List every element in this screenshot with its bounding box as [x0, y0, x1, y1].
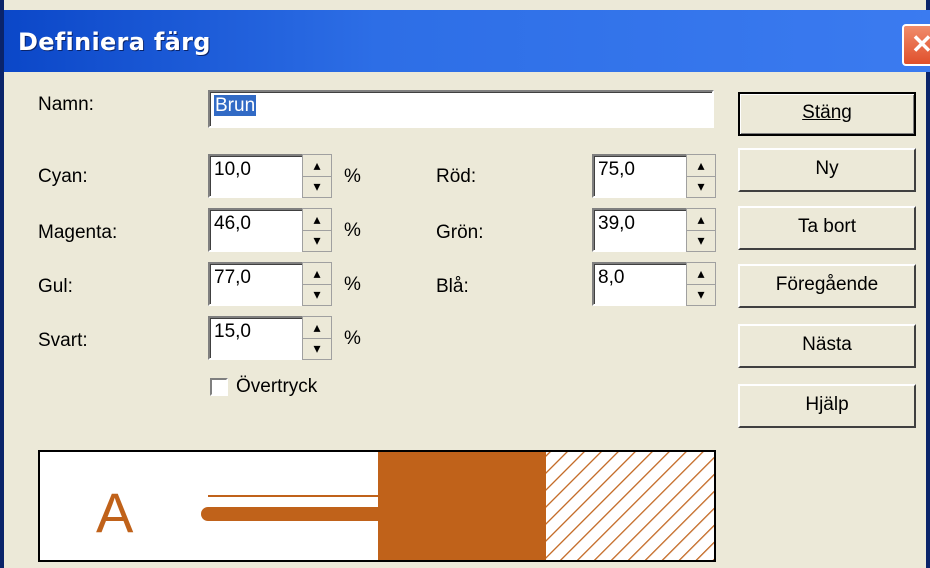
name-value: Brun [214, 95, 257, 116]
spin-up-icon[interactable]: ▴ [303, 209, 331, 231]
spin-up-icon[interactable]: ▴ [687, 263, 715, 285]
yellow-input[interactable]: 77,0 [208, 262, 304, 306]
green-input[interactable]: 39,0 [592, 208, 688, 252]
cyan-input[interactable]: 10,0 [208, 154, 304, 198]
green-spinner[interactable]: ▴ ▾ [686, 208, 716, 252]
cyan-unit: % [344, 166, 361, 187]
spin-down-icon[interactable]: ▾ [303, 338, 331, 359]
color-preview-graphic: A [96, 452, 714, 560]
spin-down-icon[interactable]: ▾ [303, 284, 331, 305]
solid-fill-sample [378, 452, 546, 560]
spin-down-icon[interactable]: ▾ [303, 230, 331, 251]
spin-up-icon[interactable]: ▴ [687, 155, 715, 177]
spin-up-icon[interactable]: ▴ [303, 317, 331, 339]
black-input[interactable]: 15,0 [208, 316, 304, 360]
red-label: Röd: [436, 166, 477, 187]
close-icon[interactable]: ✕ [902, 24, 930, 66]
yellow-spinner[interactable]: ▴ ▾ [302, 262, 332, 306]
spin-down-icon[interactable]: ▾ [687, 230, 715, 251]
blue-spinner[interactable]: ▴ ▾ [686, 262, 716, 306]
yellow-label: Gul: [38, 276, 73, 297]
spin-down-icon[interactable]: ▾ [687, 284, 715, 305]
blue-label: Blå: [436, 276, 469, 297]
cyan-label: Cyan: [38, 166, 88, 187]
close-button[interactable]: Stäng [738, 92, 916, 136]
black-unit: % [344, 328, 361, 349]
title-bar[interactable]: Definiera färg ✕ [4, 10, 930, 72]
yellow-unit: % [344, 274, 361, 295]
magenta-unit: % [344, 220, 361, 241]
next-button[interactable]: Nästa [738, 324, 916, 368]
sample-letter: A [96, 481, 134, 544]
magenta-label: Magenta: [38, 222, 118, 243]
name-label: Namn: [38, 94, 94, 115]
red-input[interactable]: 75,0 [592, 154, 688, 198]
red-spinner[interactable]: ▴ ▾ [686, 154, 716, 198]
black-spinner[interactable]: ▴ ▾ [302, 316, 332, 360]
blue-input[interactable]: 8,0 [592, 262, 688, 306]
color-preview: A [38, 450, 716, 562]
delete-button[interactable]: Ta bort [738, 206, 916, 250]
name-field[interactable]: Brun [208, 90, 714, 128]
green-label: Grön: [436, 222, 484, 243]
cyan-spinner[interactable]: ▴ ▾ [302, 154, 332, 198]
hatch-fill-sample [546, 452, 714, 560]
overprint-label: Övertryck [236, 376, 318, 397]
help-button[interactable]: Hjälp [738, 384, 916, 428]
new-button[interactable]: Ny [738, 148, 916, 192]
overprint-checkbox[interactable] [210, 378, 228, 396]
spin-up-icon[interactable]: ▴ [687, 209, 715, 231]
spin-down-icon[interactable]: ▾ [303, 176, 331, 197]
spin-up-icon[interactable]: ▴ [303, 263, 331, 285]
window-title: Definiera färg [18, 28, 211, 56]
black-label: Svart: [38, 330, 88, 351]
spin-up-icon[interactable]: ▴ [303, 155, 331, 177]
spin-down-icon[interactable]: ▾ [687, 176, 715, 197]
magenta-spinner[interactable]: ▴ ▾ [302, 208, 332, 252]
previous-button[interactable]: Föregående [738, 264, 916, 308]
close-button-label: Stäng [802, 102, 852, 123]
magenta-input[interactable]: 46,0 [208, 208, 304, 252]
